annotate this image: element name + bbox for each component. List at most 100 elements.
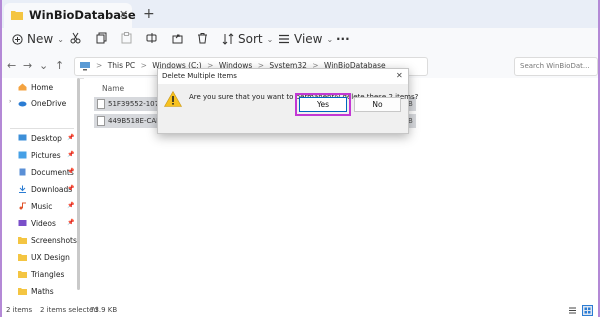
pin-icon[interactable]: 📌 <box>67 202 74 209</box>
cloud-icon <box>18 101 27 107</box>
chevron-down-icon: ⌄ <box>266 34 274 44</box>
sidebar-item-music[interactable]: Music <box>18 199 52 213</box>
pin-icon[interactable]: 📌 <box>67 185 74 192</box>
home-icon <box>18 83 27 91</box>
chevron-down-icon: ⌄ <box>57 34 64 44</box>
pin-icon[interactable]: 📌 <box>67 134 74 141</box>
scissors-icon <box>70 32 81 44</box>
file-icon <box>97 99 105 109</box>
music-icon <box>19 202 26 210</box>
folder-icon <box>18 254 27 261</box>
sidebar-item-videos[interactable]: Videos <box>18 216 56 230</box>
breadcrumb-this-pc[interactable]: This PC <box>108 61 135 70</box>
sidebar-item-label: Desktop <box>31 133 62 143</box>
folder-icon <box>18 288 27 295</box>
new-tab-button[interactable]: + <box>143 6 155 22</box>
new-label: New <box>27 32 54 46</box>
tiles-view-icon[interactable] <box>582 305 593 316</box>
folder-icon <box>18 237 27 244</box>
sidebar-item-maths[interactable]: Maths <box>18 284 54 298</box>
sidebar-item-label: UX Design <box>31 252 70 262</box>
trash-icon <box>198 33 207 44</box>
share-icon <box>172 34 183 44</box>
video-icon <box>18 220 27 226</box>
pictures-icon <box>18 151 27 159</box>
sidebar-item-triangles[interactable]: Triangles <box>18 267 64 281</box>
search-placeholder: Search WinBioDat... <box>520 62 590 70</box>
recent-chevron-icon[interactable]: ⌄ <box>39 59 48 72</box>
delete-button[interactable] <box>197 32 208 44</box>
breadcrumb-separator: > <box>96 61 103 70</box>
file-icon <box>97 116 105 126</box>
rename-button[interactable] <box>146 32 157 44</box>
new-button[interactable]: New ⌄ <box>12 32 64 46</box>
sidebar-item-downloads[interactable]: Downloads <box>18 182 72 196</box>
navigation-pane: Home › OneDrive Desktop 📌 Pictures 📌 Doc… <box>0 78 80 304</box>
search-input[interactable]: Search WinBioDat... <box>514 57 598 76</box>
sidebar-item-desktop[interactable]: Desktop <box>18 131 62 145</box>
rename-icon <box>146 33 157 43</box>
warning-icon <box>164 91 182 107</box>
breadcrumb-separator: > <box>140 61 147 70</box>
cut-button[interactable] <box>70 32 81 44</box>
sidebar-item-label: Pictures <box>31 150 61 160</box>
details-view-icon[interactable] <box>568 306 577 315</box>
folder-icon <box>11 11 23 20</box>
pin-icon[interactable]: 📌 <box>67 151 74 158</box>
yes-button[interactable]: Yes <box>299 97 347 112</box>
desktop-icon <box>18 134 27 141</box>
tab-winbiodatabase[interactable]: WinBioDatabase ✕ <box>4 3 136 28</box>
status-size: 73.9 KB <box>90 306 118 314</box>
no-button[interactable]: No <box>354 97 401 112</box>
tab-close-icon[interactable]: ✕ <box>119 8 128 21</box>
sidebar-scrollbar[interactable] <box>77 78 80 290</box>
window-border-left <box>0 0 2 317</box>
sidebar-item-pictures[interactable]: Pictures <box>18 148 61 162</box>
status-bar: 2 items 2 items selected 73.9 KB <box>0 304 600 317</box>
delete-confirmation-dialog: Delete Multiple Items ✕ Are you sure tha… <box>157 68 418 134</box>
sort-label: Sort <box>238 32 263 46</box>
sidebar-item-ux-design[interactable]: UX Design <box>18 250 70 264</box>
back-arrow-icon[interactable]: ← <box>7 59 16 72</box>
column-header-name[interactable]: Name <box>102 84 124 93</box>
status-item-count: 2 items <box>6 306 33 314</box>
up-arrow-icon[interactable]: ↑ <box>55 59 64 72</box>
expand-chevron-icon[interactable]: › <box>9 98 11 105</box>
documents-icon <box>19 168 26 176</box>
forward-arrow-icon[interactable]: → <box>23 59 32 72</box>
sidebar-item-home[interactable]: Home <box>18 80 53 94</box>
sidebar-item-screenshots[interactable]: Screenshots <box>18 233 77 247</box>
sort-icon <box>222 33 234 45</box>
sidebar-item-label: Music <box>31 201 53 211</box>
copy-icon <box>96 32 107 44</box>
share-button[interactable] <box>172 32 183 44</box>
sidebar-divider <box>10 128 74 129</box>
view-icon <box>279 34 289 44</box>
sidebar-item-label: Screenshots <box>31 235 77 245</box>
sidebar-item-label: OneDrive <box>31 98 67 108</box>
plus-circle-icon <box>12 33 23 45</box>
pin-icon[interactable]: 📌 <box>67 168 74 175</box>
sidebar-item-label: Triangles <box>31 269 65 279</box>
dialog-titlebar[interactable]: Delete Multiple Items ✕ <box>158 69 408 84</box>
more-options-button[interactable]: ··· <box>336 32 350 46</box>
tab-bar: WinBioDatabase ✕ + <box>0 0 600 28</box>
copy-button[interactable] <box>96 32 107 44</box>
sidebar-item-label: Home <box>31 82 54 92</box>
close-icon[interactable]: ✕ <box>396 71 403 80</box>
sidebar-item-label: Maths <box>31 286 54 296</box>
folder-icon <box>18 271 27 278</box>
sort-button[interactable]: Sort ⌄ <box>222 32 273 46</box>
view-label: View <box>294 32 323 46</box>
view-button[interactable]: View ⌄ <box>278 32 333 46</box>
file-explorer-window: WinBioDatabase ✕ + New ⌄ Sort ⌄ View ⌄ ·… <box>0 0 600 317</box>
command-bar: New ⌄ Sort ⌄ View ⌄ ··· <box>0 28 600 55</box>
pin-icon[interactable]: 📌 <box>67 219 74 226</box>
dialog-title: Delete Multiple Items <box>162 72 237 80</box>
sidebar-item-onedrive[interactable]: OneDrive <box>18 96 66 110</box>
computer-icon <box>80 62 90 71</box>
sidebar-item-documents[interactable]: Documents <box>18 165 74 179</box>
paste-button[interactable] <box>121 32 132 44</box>
download-icon <box>19 185 26 193</box>
sidebar-item-label: Videos <box>31 218 56 228</box>
